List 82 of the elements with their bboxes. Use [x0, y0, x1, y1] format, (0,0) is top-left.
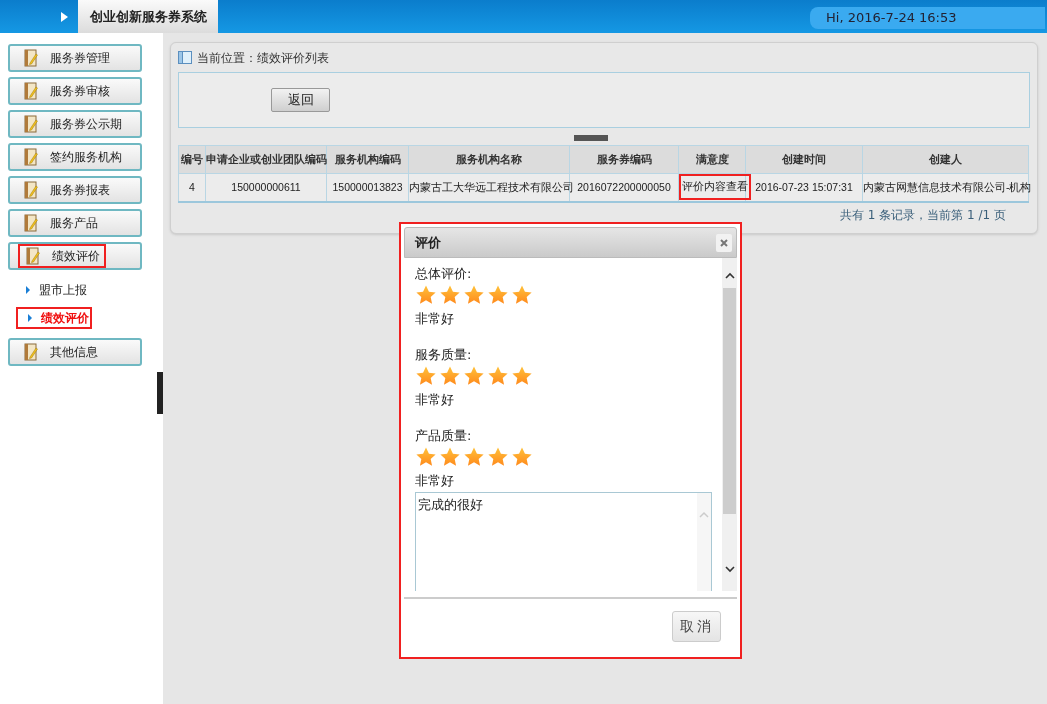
- rating-text: 非常好: [415, 391, 455, 409]
- column-header: 编号: [178, 145, 206, 174]
- notepad-icon: [24, 343, 38, 361]
- star-icon: [415, 446, 437, 468]
- dialog-title: 评价: [415, 233, 441, 252]
- splitter-handle[interactable]: [574, 135, 608, 141]
- nav-item[interactable]: 服务产品: [8, 209, 142, 237]
- rating-text: 非常好: [415, 472, 455, 490]
- back-button[interactable]: 返回: [271, 88, 330, 112]
- close-button[interactable]: [716, 233, 732, 252]
- breadcrumb: 当前位置：绩效评价列表: [197, 49, 329, 67]
- nav-label: 服务券报表: [50, 182, 110, 199]
- nav-label: 绩效评价: [52, 248, 100, 265]
- column-header: 服务券编码: [569, 145, 679, 174]
- nav-item[interactable]: 服务券管理: [8, 44, 142, 72]
- star-icon: [439, 365, 461, 387]
- notepad-icon: [24, 115, 38, 133]
- notepad-icon: [24, 214, 38, 232]
- column-header: 创建人: [862, 145, 1029, 174]
- rating-label: 总体评价:: [415, 266, 473, 282]
- column-header: 申请企业或创业团队编码: [205, 145, 327, 174]
- table-cell: 内蒙古网慧信息技术有限公司-机构: [863, 181, 1032, 194]
- table-cell: 内蒙古工大华远工程技术有限公司: [409, 181, 574, 194]
- scrollbar[interactable]: [722, 258, 737, 591]
- column-header: 服务机构名称: [408, 145, 570, 174]
- star-icon: [463, 284, 485, 306]
- star-icon: [487, 365, 509, 387]
- cancel-button[interactable]: 取消: [672, 611, 721, 642]
- close-icon: [720, 238, 728, 247]
- notepad-icon: [24, 148, 38, 166]
- app-title: 创业创新服务券系统: [78, 0, 218, 33]
- collapse-handle[interactable]: [157, 372, 163, 414]
- nav-item[interactable]: 其他信息: [8, 338, 142, 366]
- nav-label: 服务券公示期: [50, 116, 122, 133]
- nav-label: 服务券管理: [50, 50, 110, 67]
- notepad-icon: [24, 49, 38, 67]
- nav-item[interactable]: 服务券审核: [8, 77, 142, 105]
- rating-label: 服务质量:: [415, 347, 473, 363]
- star-icon: [511, 446, 533, 468]
- star-icon: [487, 284, 509, 306]
- notepad-icon: [26, 247, 40, 265]
- column-header: 满意度: [678, 145, 746, 174]
- star-icon: [415, 284, 437, 306]
- list-icon: [178, 51, 192, 64]
- scroll-up-icon[interactable]: [724, 272, 735, 279]
- table-cell: 150000013823: [332, 181, 403, 194]
- column-header: 服务机构编码: [326, 145, 409, 174]
- nav-item[interactable]: 服务券公示期: [8, 110, 142, 138]
- view-link[interactable]: 评价内容查看: [679, 174, 751, 201]
- star-icon: [511, 365, 533, 387]
- nav-item[interactable]: 绩效评价: [8, 242, 142, 270]
- arrow-icon[interactable]: [61, 11, 68, 22]
- notepad-icon: [24, 181, 38, 199]
- notepad-icon: [24, 82, 38, 100]
- star-icon: [415, 365, 437, 387]
- nav-label: 签约服务机构: [50, 149, 122, 166]
- table-cell: 2016072200000050: [577, 181, 671, 194]
- greeting-text: Hi, 2016-7-24 16:53: [810, 7, 1045, 29]
- table-cell: 2016-07-23 15:07:31: [755, 181, 853, 194]
- nav-item[interactable]: 签约服务机构: [8, 143, 142, 171]
- nav-label: 服务产品: [50, 215, 98, 232]
- rating-text: 非常好: [415, 310, 455, 328]
- rating-label: 产品质量:: [415, 428, 473, 444]
- star-icon: [511, 284, 533, 306]
- bullet-icon: [26, 286, 30, 294]
- table-cell: 150000000611: [231, 181, 301, 194]
- star-icon: [439, 446, 461, 468]
- comment-field[interactable]: 完成的很好: [415, 492, 712, 591]
- nav-label: 服务券审核: [50, 83, 110, 100]
- table-cell: 4: [189, 181, 195, 194]
- star-icon: [439, 284, 461, 306]
- submenu-item[interactable]: 盟市上报: [16, 279, 92, 301]
- nav-item[interactable]: 服务券报表: [8, 176, 142, 204]
- scroll-down-icon[interactable]: [724, 566, 735, 573]
- bullet-icon: [28, 314, 32, 322]
- submenu-item[interactable]: 绩效评价: [16, 307, 92, 329]
- pagination-text: 共有 1 条记录，当前第 1 /1 页: [839, 206, 1006, 224]
- nav-label: 其他信息: [50, 344, 98, 361]
- star-icon: [463, 365, 485, 387]
- star-icon: [463, 446, 485, 468]
- star-icon: [487, 446, 509, 468]
- column-header: 创建时间: [745, 145, 863, 174]
